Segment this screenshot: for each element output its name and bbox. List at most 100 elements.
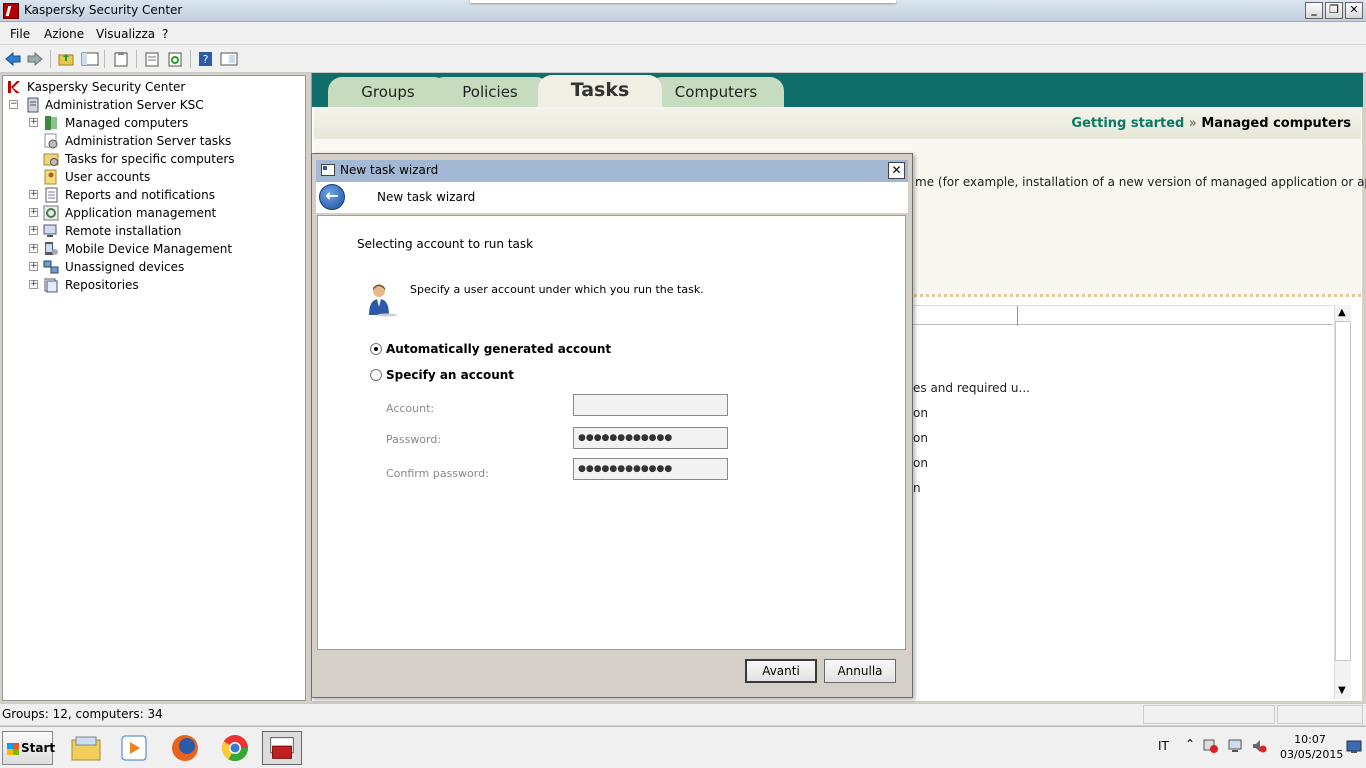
svg-text:?: ? [203,53,209,66]
kaspersky-logo-icon [3,3,19,19]
tree-label: Administration Server tasks [65,134,232,148]
wizard-step-title: Selecting account to run task [357,237,534,251]
minimize-button[interactable]: _ [1305,2,1323,19]
menu-help[interactable]: ? [162,27,168,41]
list-item[interactable]: es and required u... [913,381,1030,395]
refresh-icon[interactable] [166,51,184,67]
account-field[interactable] [573,394,728,416]
vertical-scrollbar[interactable]: ▲ ▼ [1334,305,1351,699]
list-item[interactable]: on [913,456,928,470]
breadcrumb-link-getting-started[interactable]: Getting started [1071,116,1184,131]
help-icon[interactable]: ? [197,51,215,67]
password-label: Password: [386,433,442,446]
up-folder-icon[interactable] [57,51,75,67]
restore-button[interactable]: ❐ [1325,2,1343,19]
wizard-body: Selecting account to run task Specify a … [317,215,906,650]
confirm-password-label: Confirm password: [386,467,489,480]
start-button[interactable]: Start [2,731,56,765]
collapse-icon[interactable]: − [9,100,18,109]
media-player-icon[interactable] [114,731,154,765]
cancel-button[interactable]: Annulla [824,659,896,683]
list-item[interactable]: on [913,406,928,420]
menu-bar: File Azione Visualizza ? [0,22,1366,45]
mobile-device-icon [45,242,58,255]
tree-label: Repositories [65,278,139,292]
tasks-folder-icon [43,153,59,166]
tree-label: Managed computers [65,116,189,130]
tab-policies[interactable]: Policies [430,77,550,107]
radio-auto-label[interactable]: Automatically generated account [386,342,611,356]
expand-icon[interactable]: + [29,262,38,271]
tree-label: Tasks for specific computers [65,152,235,166]
wizard-header-title: New task wizard [377,190,476,204]
chrome-icon[interactable] [215,731,255,765]
console-tree-icon[interactable] [81,51,99,67]
back-arrow-icon[interactable] [4,51,22,67]
forward-arrow-icon[interactable] [26,51,44,67]
confirm-password-field[interactable]: ●●●●●●●●●●●● [573,458,728,480]
status-pane [1277,705,1363,724]
properties-icon[interactable] [143,51,161,67]
menu-file[interactable]: File [10,27,30,41]
password-field[interactable]: ●●●●●●●●●●●● [573,427,728,449]
tree-label: Administration Server KSC [45,98,204,112]
column-separator[interactable] [1017,306,1018,326]
tree-label: Unassigned devices [65,260,185,274]
list-item[interactable]: n [913,481,921,495]
expand-icon[interactable]: + [29,226,38,235]
show-hidden-icons-icon[interactable]: ⌃ [1185,737,1195,751]
wizard-hint: Specify a user account under which you r… [410,283,704,296]
description-text: me (for example, installation of a new v… [915,175,1366,189]
radio-specify-indicator[interactable] [370,369,382,381]
wizard-header: ← New task wizard [316,182,908,213]
tab-computers[interactable]: Computers [648,77,784,107]
radio-auto-indicator[interactable] [370,343,382,355]
tab-tasks[interactable]: Tasks [538,75,662,107]
network-icon[interactable] [1227,738,1243,754]
scroll-down-icon[interactable]: ▼ [1338,685,1346,696]
expand-icon[interactable]: + [29,280,38,289]
tree-label: Kaspersky Security Center [27,80,186,94]
expand-icon[interactable]: + [29,118,38,127]
menu-view[interactable]: Visualizza [96,27,155,41]
file-explorer-icon[interactable] [66,731,106,765]
breadcrumb-separator: » [1188,116,1197,131]
list-header [913,305,1333,326]
start-label: Start [21,741,56,755]
clock-date: 03/05/2015 [1280,748,1344,761]
show-hide-pane-icon[interactable] [220,51,238,67]
windows-logo-icon [7,743,19,755]
tree-label: Application management [65,206,217,220]
show-desktop-icon[interactable] [1346,740,1362,754]
expand-icon[interactable]: + [29,208,38,217]
volume-muted-icon[interactable] [1251,738,1267,754]
wizard-back-button[interactable]: ← [319,184,345,210]
toolbar-separator [50,50,51,68]
list-item[interactable]: on [913,431,928,445]
kaspersky-console-taskbar-icon[interactable] [262,731,302,765]
dialog-titlebar[interactable]: New task wizard ✕ [316,160,908,182]
dialog-title: New task wizard [340,163,439,177]
menu-action[interactable]: Azione [44,27,84,41]
clipboard-icon[interactable] [112,51,130,67]
language-indicator[interactable]: IT [1158,739,1169,753]
close-button[interactable]: ✕ [1345,2,1363,19]
toolbar-separator [104,50,105,68]
user-account-icon [369,284,397,317]
breadcrumb: Getting started » Managed computers [314,107,1361,139]
firefox-icon[interactable] [165,731,205,765]
toolbar: ? [0,45,1366,73]
radio-specify-label[interactable]: Specify an account [386,368,514,382]
scroll-thumb[interactable] [1335,321,1351,661]
dialog-close-button[interactable]: ✕ [888,162,905,179]
scroll-up-icon[interactable]: ▲ [1338,307,1346,318]
taskbar: Start IT ⌃ 10:07 03/05/2015 [0,726,1366,768]
expand-icon[interactable]: + [29,244,38,253]
tasks-gear-icon [44,133,58,149]
console-tree: Kaspersky Security Center − Administrati… [2,75,306,701]
tab-strip: Groups Policies Computers Tasks [312,73,1363,107]
network-alert-icon[interactable] [1203,738,1219,754]
expand-icon[interactable]: + [29,190,38,199]
next-button[interactable]: Avanti [745,659,817,683]
clock[interactable]: 10:07 03/05/2015 [1280,732,1344,762]
